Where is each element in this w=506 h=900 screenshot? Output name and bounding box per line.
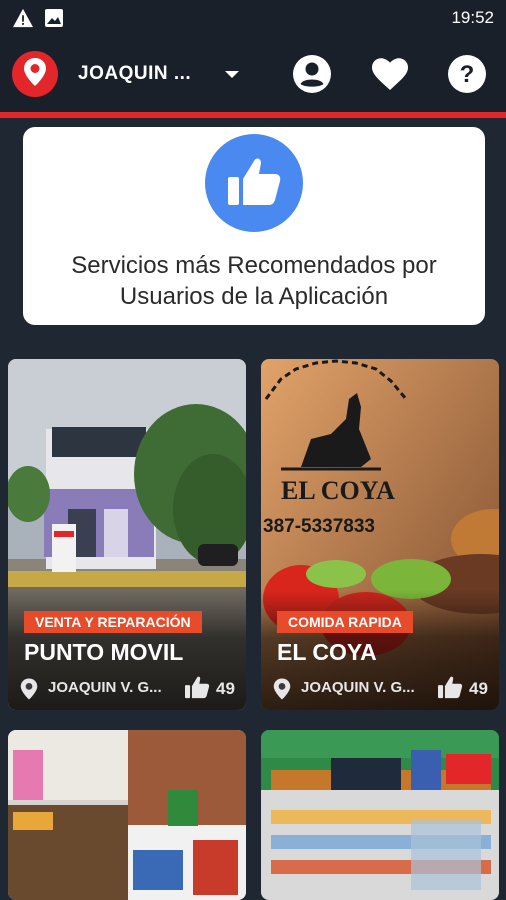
thumbs-up-icon bbox=[437, 675, 463, 704]
image-brand-text: EL COYA bbox=[281, 476, 395, 505]
heart-icon[interactable] bbox=[369, 53, 411, 95]
location-pin-icon bbox=[23, 57, 47, 92]
image-phone-text: 387-5337833 bbox=[263, 516, 375, 537]
thumbs-up-badge bbox=[205, 134, 303, 232]
thumbs-up-icon bbox=[184, 675, 210, 704]
business-card[interactable]: VENTA Y REPARACIÓN PUNTO MOVIL JOAQUIN V… bbox=[8, 359, 246, 710]
like-count: 49 bbox=[469, 679, 488, 698]
like-count: 49 bbox=[216, 679, 235, 698]
header-divider bbox=[0, 112, 506, 118]
banner-text: Servicios más Recomendados por Usuarios … bbox=[71, 252, 437, 310]
dropdown-caret-icon[interactable] bbox=[224, 67, 240, 85]
business-location: JOAQUIN V. G... bbox=[301, 679, 415, 696]
location-button[interactable] bbox=[12, 51, 58, 97]
location-pin-icon bbox=[20, 677, 38, 706]
warning-icon bbox=[12, 8, 34, 33]
recommended-banner: Servicios más Recomendados por Usuarios … bbox=[23, 127, 485, 325]
status-bar: 19:52 bbox=[0, 0, 506, 36]
location-pin-icon bbox=[273, 677, 291, 706]
business-location: JOAQUIN V. G... bbox=[48, 679, 162, 696]
business-card[interactable]: EL COYA 387-5337833 COMIDA RAPIDA EL COY… bbox=[261, 359, 499, 710]
thumbs-up-icon bbox=[226, 155, 282, 212]
svg-text:?: ? bbox=[460, 61, 475, 88]
business-card[interactable] bbox=[8, 730, 246, 900]
category-tag: VENTA Y REPARACIÓN bbox=[24, 611, 202, 633]
help-icon[interactable]: ? bbox=[446, 53, 488, 95]
category-tag: COMIDA RAPIDA bbox=[277, 611, 413, 633]
business-name: PUNTO MOVIL bbox=[24, 639, 184, 665]
account-icon[interactable] bbox=[291, 53, 333, 95]
business-photo bbox=[8, 730, 246, 900]
business-card[interactable] bbox=[261, 730, 499, 900]
location-selector-label[interactable]: JOAQUIN ... bbox=[78, 63, 191, 85]
top-app-bar: JOAQUIN ... ? bbox=[0, 36, 506, 112]
image-icon bbox=[44, 8, 64, 33]
business-photo bbox=[261, 730, 499, 900]
clock: 19:52 bbox=[451, 8, 494, 27]
business-name: EL COYA bbox=[277, 639, 377, 665]
